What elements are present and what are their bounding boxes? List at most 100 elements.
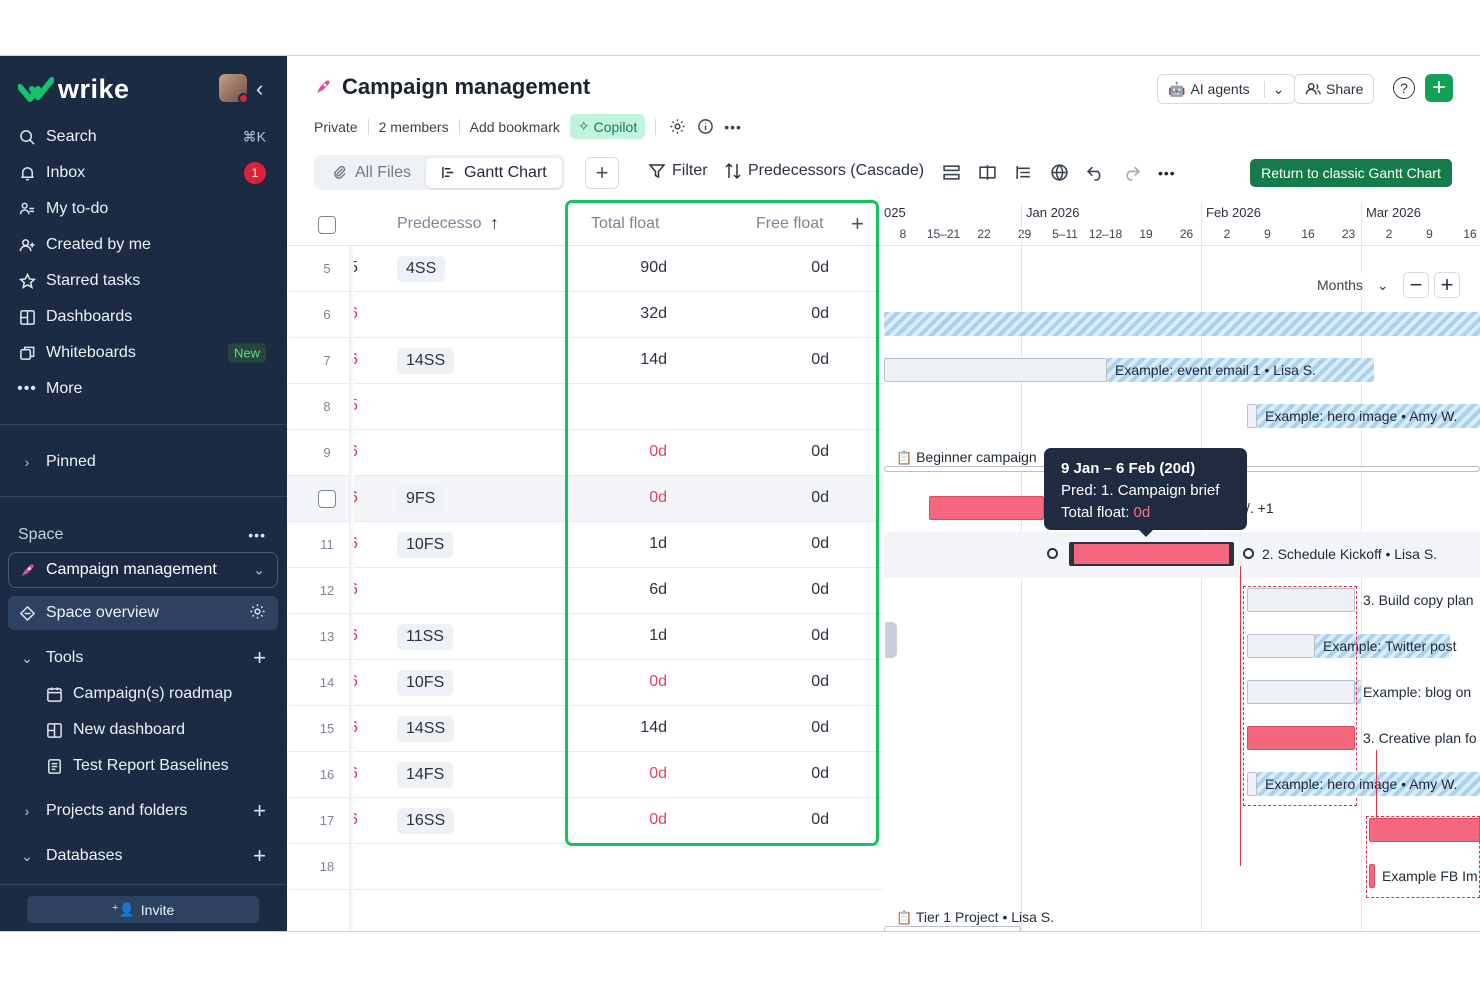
avatar[interactable] [219, 74, 249, 104]
dependency-end-dot[interactable] [1243, 548, 1254, 559]
sidebar-item-test-report[interactable]: Test Report Baselines [8, 749, 278, 783]
predecessor-chip[interactable]: 10FS [397, 670, 454, 696]
add-tool-icon[interactable]: + [253, 645, 266, 671]
members-link[interactable]: 2 members [379, 119, 449, 135]
filter-button[interactable]: Filter [648, 162, 708, 180]
predecessor-chip[interactable]: 9FS [397, 486, 445, 512]
table-row[interactable]: 960d0d [287, 430, 884, 476]
sidebar-item-starred[interactable]: Starred tasks [8, 264, 278, 298]
table-row[interactable]: 6632d0d [287, 292, 884, 338]
table-row[interactable]: 69FS0d0d [287, 476, 884, 522]
add-database-icon[interactable]: + [253, 843, 266, 869]
free-float-cell[interactable]: 0d [739, 627, 829, 645]
gantt-bar-row-15[interactable] [1247, 772, 1257, 796]
total-float-cell[interactable]: 0d [577, 811, 667, 829]
table-row[interactable]: 17616SS0d0d [287, 798, 884, 844]
total-float-cell[interactable]: 32d [577, 305, 667, 323]
predecessor-chip[interactable]: 11SS [397, 624, 453, 650]
create-new-button[interactable]: + [1425, 74, 1453, 102]
sidebar-item-tools[interactable]: ⌄ Tools + [8, 641, 278, 675]
free-float-cell[interactable]: 0d [739, 765, 829, 783]
sidebar-item-dashboards[interactable]: Dashboards [8, 300, 278, 334]
table-row[interactable]: 14610FS0d0d [287, 660, 884, 706]
tab-all-files[interactable]: All Files [317, 158, 426, 188]
free-float-cell[interactable]: 0d [739, 719, 829, 737]
chevron-down-icon[interactable]: ⌄ [1263, 80, 1284, 98]
predecessor-chip[interactable]: 14SS [397, 716, 455, 742]
total-float-cell[interactable]: 0d [577, 443, 667, 461]
resize-handle-right[interactable] [1229, 544, 1233, 564]
total-float-cell[interactable]: 0d [577, 673, 667, 691]
invite-button[interactable]: ⁺👤 Invite [27, 896, 259, 923]
gear-icon[interactable] [668, 118, 686, 136]
gantt-bar-row-10[interactable] [1069, 542, 1234, 566]
add-bookmark-link[interactable]: Add bookmark [470, 119, 560, 135]
table-row[interactable]: 13611SS1d0d [287, 614, 884, 660]
total-float-cell[interactable]: 6d [577, 581, 667, 599]
more-icon[interactable]: ••• [724, 119, 742, 135]
predecessor-chip[interactable]: 4SS [397, 256, 446, 282]
predecessors-cascade-button[interactable]: Predecessors (Cascade) [724, 162, 924, 180]
sort-arrow-icon[interactable]: ↑ [490, 213, 499, 234]
sidebar-item-projects[interactable]: › Projects and folders + [8, 794, 278, 828]
sidebar-item-created-by-me[interactable]: Created by me [8, 228, 278, 262]
privacy-label[interactable]: Private [314, 119, 358, 135]
copilot-button[interactable]: ✧ Copilot [569, 114, 646, 139]
free-float-cell[interactable]: 0d [739, 535, 829, 553]
table-row[interactable]: 16614FS0d0d [287, 752, 884, 798]
gantt-bar-row-6[interactable] [884, 358, 1107, 382]
sidebar-item-search[interactable]: Search ⌘K [8, 120, 278, 154]
total-float-cell[interactable]: 1d [577, 627, 667, 645]
free-float-cell[interactable]: 0d [739, 811, 829, 829]
sidebar-item-roadmap[interactable]: Campaign(s) roadmap [8, 677, 278, 711]
table-row[interactable]: 7614SS14d0d [287, 338, 884, 384]
table-row[interactable]: 554SS90d0d [287, 246, 884, 292]
add-project-icon[interactable]: + [253, 798, 266, 824]
zoom-out-button[interactable]: − [1403, 272, 1429, 298]
splitter-handle[interactable] [885, 622, 897, 658]
gantt-bar-row-7[interactable] [1247, 404, 1257, 428]
column-header-predecessors[interactable]: Predecesso [397, 215, 482, 233]
total-float-cell[interactable]: 90d [577, 259, 667, 277]
space-more-icon[interactable]: ••• [248, 527, 266, 543]
space-selector[interactable]: Campaign management ⌄ [8, 552, 278, 588]
tab-gantt-chart[interactable]: Gantt Chart [426, 157, 562, 188]
share-button[interactable]: Share [1294, 74, 1375, 104]
sidebar-item-pinned[interactable]: › Pinned [8, 445, 278, 479]
ai-agents-button[interactable]: 🤖 AI agents ⌄ [1157, 74, 1296, 104]
sidebar-item-space-overview[interactable]: Space overview [8, 596, 278, 630]
sidebar-item-whiteboards[interactable]: Whiteboards New [8, 336, 278, 370]
sidebar-item-my-todo[interactable]: My to-do [8, 192, 278, 226]
free-float-cell[interactable]: 0d [739, 443, 829, 461]
globe-icon[interactable] [1050, 163, 1070, 183]
resize-handle-left[interactable] [1070, 544, 1074, 564]
table-row[interactable]: 18 [287, 844, 884, 890]
select-all-checkbox[interactable] [318, 216, 336, 234]
total-float-cell[interactable]: 0d [577, 489, 667, 507]
help-icon[interactable]: ? [1393, 77, 1415, 99]
total-float-cell[interactable]: 0d [577, 765, 667, 783]
rows-icon[interactable] [942, 163, 962, 183]
column-header-free-float[interactable]: Free float [756, 215, 824, 233]
gantt-bar-row-17[interactable] [1369, 864, 1375, 888]
gantt-bar-row-14[interactable] [1247, 726, 1355, 750]
add-view-button[interactable]: + [585, 157, 619, 189]
table-row[interactable]: 15614SS14d0d [287, 706, 884, 752]
collapse-sidebar-icon[interactable]: ‹ [256, 76, 263, 102]
redo-icon[interactable] [1122, 163, 1142, 183]
total-float-cell[interactable]: 14d [577, 719, 667, 737]
column-header-total-float[interactable]: Total float [591, 215, 659, 233]
sidebar-item-inbox[interactable]: Inbox 1 [8, 156, 278, 190]
free-float-cell[interactable]: 0d [739, 489, 829, 507]
total-float-cell[interactable]: 14d [577, 351, 667, 369]
predecessor-chip[interactable]: 14SS [397, 348, 455, 374]
free-float-cell[interactable]: 0d [739, 581, 829, 599]
dependency-start-dot[interactable] [1047, 548, 1058, 559]
gantt-bar-row-5[interactable] [884, 312, 1480, 336]
more-icon[interactable]: ••• [1158, 165, 1178, 185]
row-checkbox[interactable] [318, 490, 336, 508]
zoom-in-button[interactable]: + [1434, 272, 1460, 298]
sidebar-item-more[interactable]: ••• More [8, 372, 278, 406]
predecessor-chip[interactable]: 10FS [397, 532, 454, 558]
sidebar-item-new-dashboard[interactable]: New dashboard [8, 713, 278, 747]
